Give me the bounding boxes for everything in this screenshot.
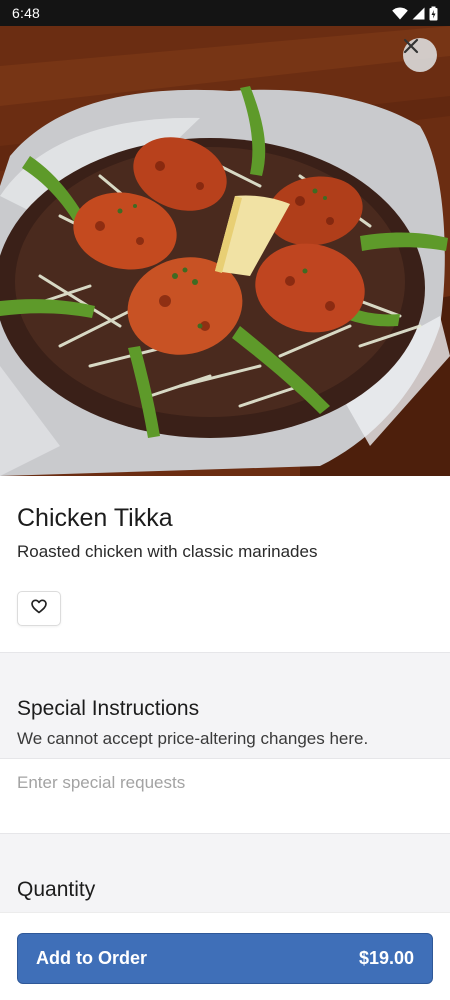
signal-icon [412,7,425,20]
favorite-button[interactable] [17,591,61,626]
add-to-order-label: Add to Order [36,948,147,968]
order-price: $19.00 [358,948,414,968]
status-icons [392,6,438,21]
special-instructions-section: Special Instructions We cannot accept pr… [0,652,450,758]
quantity-title: Quantity [17,878,96,901]
status-bar: 6:48 [0,0,450,26]
special-instructions-title: Special Instructions [17,697,200,720]
item-detail-screen: 6:48 Chicken Tikka Roasted chicken with … [0,0,450,1000]
item-name: Chicken Tikka [17,504,173,532]
close-button[interactable] [403,38,437,72]
wifi-icon [392,6,408,20]
bottom-action-bar: Add to Order $19.00 [0,912,450,1000]
item-info: Chicken Tikka Roasted chicken with class… [0,476,450,652]
special-requests-input[interactable] [0,758,450,834]
add-to-order-button[interactable]: Add to Order $19.00 [17,933,433,984]
special-instructions-subtitle: We cannot accept price-altering changes … [17,729,369,748]
status-time: 6:48 [12,5,41,21]
heart-outline-icon [31,598,47,619]
battery-icon [429,6,438,21]
food-photo [0,26,450,476]
item-description: Roasted chicken with classic marinades [17,542,318,561]
